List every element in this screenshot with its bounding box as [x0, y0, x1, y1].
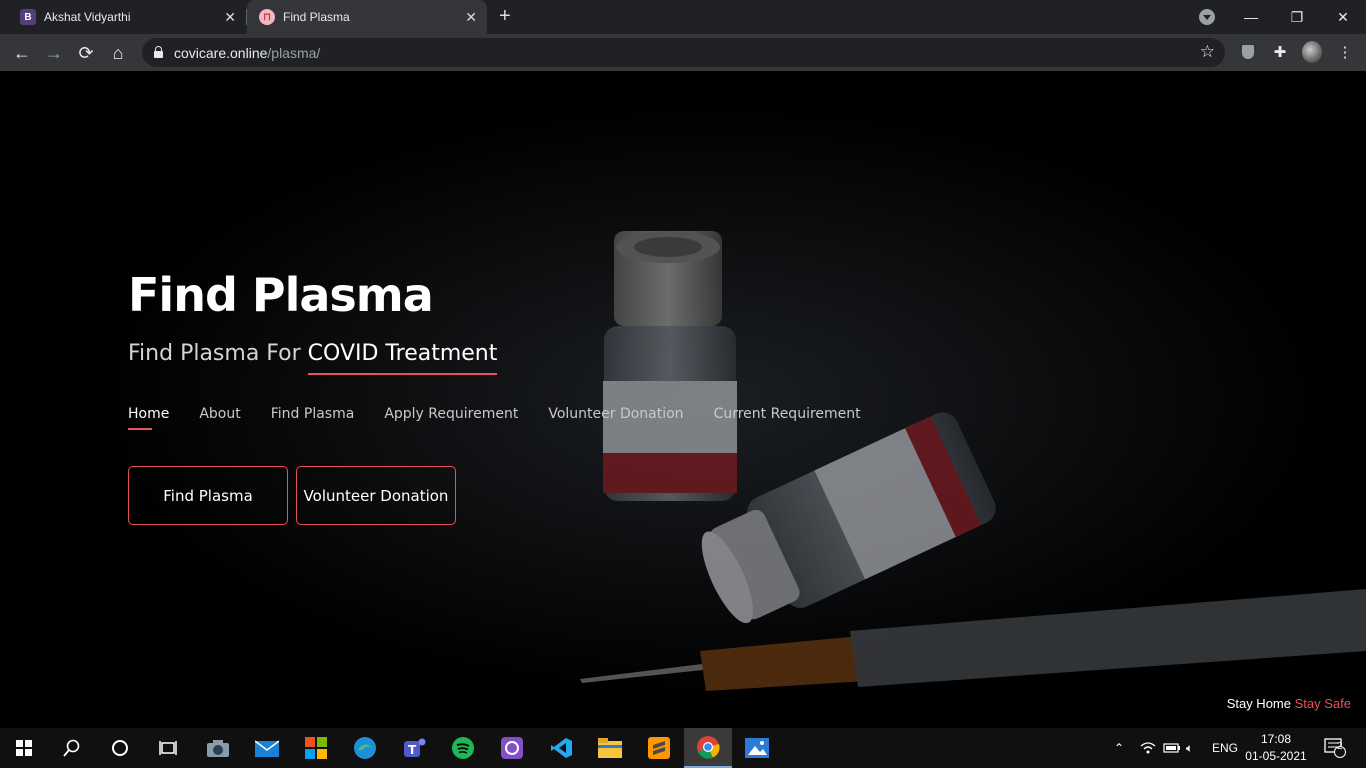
stay-home-label: Stay Home	[1226, 696, 1291, 711]
edge-browser-icon[interactable]	[341, 728, 389, 768]
bootstrap-favicon-icon: B	[20, 9, 36, 25]
page-hero: Find Plasma Find Plasma For COVID Treatm…	[0, 71, 1366, 728]
url-text[interactable]: covicare.online/plasma/	[174, 45, 320, 61]
minimize-button[interactable]: —	[1228, 0, 1274, 34]
nav-about[interactable]: About	[199, 406, 240, 422]
vscode-app-icon[interactable]	[537, 728, 585, 768]
site-favicon-icon: ⊓	[259, 9, 275, 25]
nav-volunteer-donation[interactable]: Volunteer Donation	[548, 406, 683, 422]
sublime-text-icon[interactable]	[635, 728, 683, 768]
page-subtitle: Find Plasma For COVID Treatment	[128, 341, 497, 366]
stay-safe-label: Stay Safe	[1294, 696, 1351, 711]
volunteer-donation-button[interactable]: Volunteer Donation	[296, 466, 456, 525]
file-explorer-icon[interactable]	[586, 728, 634, 768]
close-icon[interactable]: ✕	[224, 9, 236, 25]
volume-icon[interactable]: 🔈︎	[1186, 728, 1193, 768]
vaccine-vials-background	[0, 71, 1366, 728]
teams-app-icon[interactable]: T	[390, 728, 438, 768]
tab-title: Find Plasma	[283, 10, 350, 24]
cortana-icon[interactable]	[96, 728, 144, 768]
new-tab-button[interactable]: +	[499, 6, 511, 26]
main-nav: Home About Find Plasma Apply Requirement…	[128, 406, 861, 430]
page-title: Find Plasma	[128, 268, 434, 322]
subtitle-prefix: Find Plasma For	[128, 341, 308, 366]
nav-find-plasma[interactable]: Find Plasma	[271, 406, 355, 422]
back-arrow-icon[interactable]: ←	[10, 41, 34, 65]
notification-center-icon[interactable]: 2	[1324, 728, 1346, 768]
wifi-icon[interactable]	[1140, 728, 1156, 768]
camera-app-icon[interactable]	[194, 728, 242, 768]
restore-button[interactable]: ❐	[1274, 0, 1320, 34]
notification-count-badge: 2	[1337, 741, 1343, 752]
tab-akshat-vidyarthi[interactable]: B Akshat Vidyarthi ✕	[8, 0, 246, 34]
nav-current-requirement[interactable]: Current Requirement	[714, 406, 861, 422]
nav-home[interactable]: Home	[128, 406, 169, 430]
bookmark-star-icon[interactable]: ☆	[1200, 42, 1215, 62]
chrome-app-icon[interactable]	[684, 728, 732, 768]
clock-time: 17:08	[1260, 732, 1292, 746]
close-window-button[interactable]: ✕	[1320, 0, 1366, 34]
photos-app-icon[interactable]	[733, 728, 781, 768]
tab-search-icon[interactable]	[1199, 9, 1215, 25]
show-hidden-icons-chevron-icon[interactable]: ⌃	[1114, 728, 1124, 768]
subtitle-highlight: COVID Treatment	[307, 341, 498, 366]
task-view-icon[interactable]	[144, 728, 192, 768]
battery-icon[interactable]	[1163, 728, 1181, 768]
system-clock[interactable]: 17:08 01-05-2021	[1240, 731, 1312, 765]
office-app-icon[interactable]	[292, 728, 340, 768]
close-icon[interactable]: ✕	[465, 9, 477, 25]
language-indicator[interactable]: ENG	[1212, 728, 1238, 768]
spotify-app-icon[interactable]	[439, 728, 487, 768]
reload-icon[interactable]: ⟳	[74, 41, 98, 65]
forward-arrow-icon[interactable]: →	[42, 41, 66, 65]
stay-safe-text: Stay Home Stay Safe	[1227, 696, 1351, 711]
windows-start-icon[interactable]	[0, 728, 48, 768]
search-icon[interactable]	[48, 728, 96, 768]
address-bar[interactable]: covicare.online/plasma/ ☆	[142, 38, 1225, 67]
windows-taskbar: T ⌃ 🔈︎ ENG 17:08 01-05-2021 2	[0, 728, 1366, 768]
extension-shield-icon[interactable]	[1238, 42, 1258, 62]
browser-toolbar: ← → ⟳ ⌂ covicare.online/plasma/ ☆ ✚ ⋮	[0, 34, 1366, 71]
clock-date: 01-05-2021	[1245, 749, 1307, 763]
tab-find-plasma[interactable]: ⊓ Find Plasma ✕	[247, 0, 487, 34]
browser-tab-strip: B Akshat Vidyarthi ✕ ⊓ Find Plasma ✕ + —…	[0, 0, 1366, 34]
profile-avatar[interactable]	[1302, 41, 1322, 63]
tab-title: Akshat Vidyarthi	[44, 10, 131, 24]
more-menu-icon[interactable]: ⋮	[1335, 42, 1355, 62]
home-icon[interactable]: ⌂	[106, 41, 130, 65]
lock-icon	[154, 46, 163, 58]
nav-apply-requirement[interactable]: Apply Requirement	[384, 406, 518, 422]
svg-text:T: T	[408, 743, 417, 757]
find-plasma-button[interactable]: Find Plasma	[128, 466, 288, 525]
extensions-puzzle-icon[interactable]: ✚	[1270, 42, 1290, 62]
mail-app-icon[interactable]	[243, 728, 291, 768]
github-desktop-icon[interactable]	[488, 728, 536, 768]
